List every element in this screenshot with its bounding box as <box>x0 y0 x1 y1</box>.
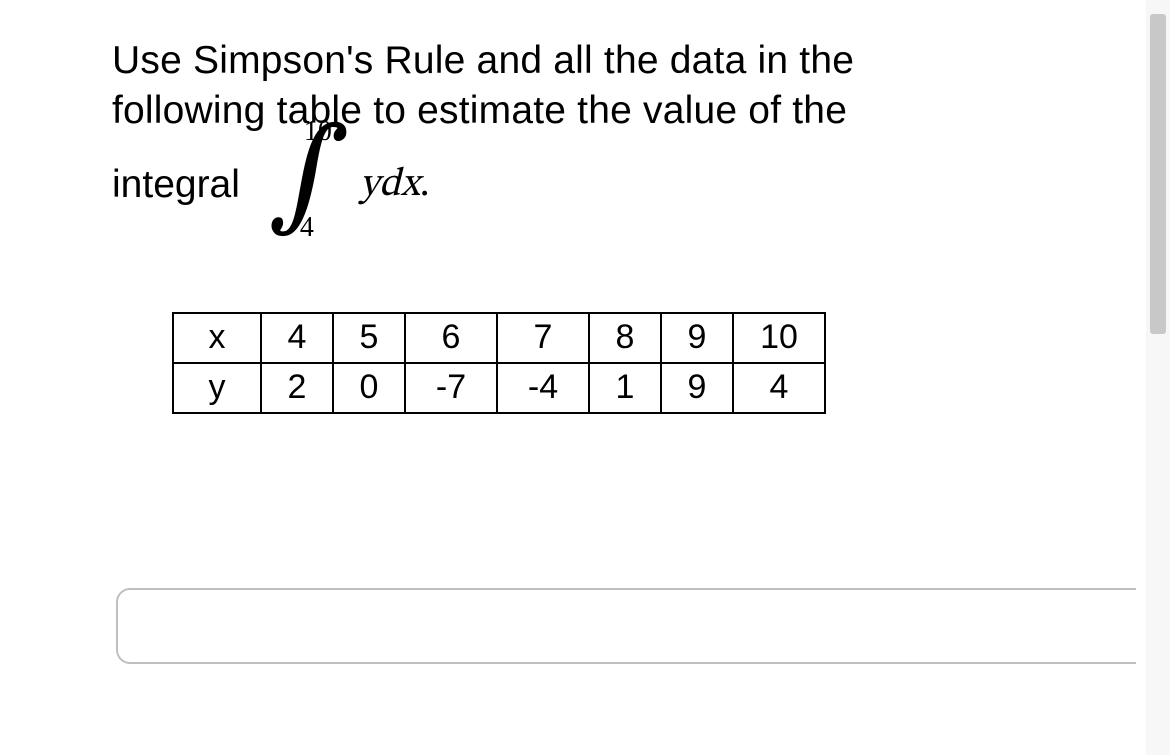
table-cell: 6 <box>405 313 497 363</box>
scrollbar-track[interactable] <box>1146 0 1170 755</box>
table-row: y 2 0 -7 -4 1 9 4 <box>173 363 825 413</box>
lower-bound: 4 <box>300 212 314 244</box>
table-cell: 4 <box>261 313 333 363</box>
row-label-x: x <box>173 313 261 363</box>
table-cell: -4 <box>497 363 589 413</box>
table-cell: 7 <box>497 313 589 363</box>
table-cell: 4 <box>733 363 825 413</box>
table-cell: 10 <box>733 313 825 363</box>
table-cell: 1 <box>589 363 661 413</box>
integrand-period: . <box>420 165 430 205</box>
table-row: x 4 5 6 7 8 9 10 <box>173 313 825 363</box>
integrand: ydx. <box>360 160 430 210</box>
integrand-text: ydx <box>360 165 420 205</box>
integral-symbol: ∫ 10 4 <box>262 130 342 240</box>
table-cell: 9 <box>661 363 733 413</box>
question-line-2: following table to estimate the value of… <box>112 86 1020 136</box>
answer-input[interactable] <box>116 588 1136 664</box>
table-cell: 8 <box>589 313 661 363</box>
table-cell: 2 <box>261 363 333 413</box>
table-cell: 0 <box>333 363 405 413</box>
integral-word: integral <box>112 163 240 207</box>
question-line-3: integral ∫ 10 4 ydx. <box>112 130 1020 240</box>
table-cell: 5 <box>333 313 405 363</box>
table-cell: 9 <box>661 313 733 363</box>
table-cell: -7 <box>405 363 497 413</box>
scrollbar-thumb[interactable] <box>1150 14 1166 334</box>
upper-bound: 10 <box>304 116 332 148</box>
data-table: x 4 5 6 7 8 9 10 y 2 0 -7 -4 1 9 4 <box>172 312 826 414</box>
question-block: Use Simpson's Rule and all the data in t… <box>0 0 1020 414</box>
question-line-1: Use Simpson's Rule and all the data in t… <box>112 36 1020 86</box>
row-label-y: y <box>173 363 261 413</box>
